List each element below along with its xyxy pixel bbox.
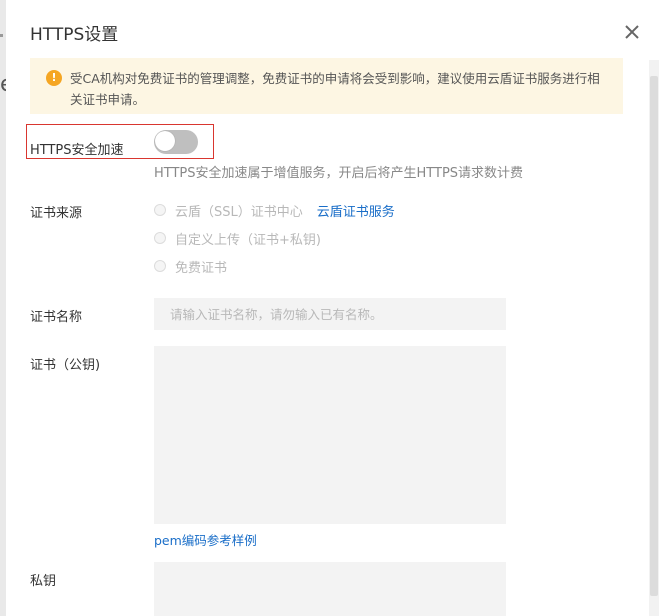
- private-key-textarea[interactable]: [154, 562, 506, 616]
- cert-name-input[interactable]: [154, 298, 506, 330]
- toggle-knob: [155, 131, 175, 151]
- scrollbar-thumb[interactable]: [650, 76, 658, 596]
- https-acceleration-toggle[interactable]: [154, 130, 198, 154]
- private-key-label: 私钥: [30, 574, 57, 589]
- cloud-cert-service-link[interactable]: 云盾证书服务: [317, 201, 395, 220]
- radio-button[interactable]: [154, 204, 166, 216]
- radio-button[interactable]: [154, 260, 166, 272]
- cert-source-label: 证书来源: [30, 206, 83, 221]
- modal-title: HTTPS设置: [30, 25, 119, 45]
- pem-sample-link[interactable]: pem编码参考样例: [154, 530, 257, 549]
- scrollbar[interactable]: [649, 60, 659, 616]
- radio-label: 自定义上传（证书+私钥): [175, 232, 321, 248]
- cert-public-key-textarea[interactable]: [154, 346, 506, 524]
- notice-text: 受CA机构对免费证书的管理调整，免费证书的申请将会受到影响，建议使用云盾证书服务…: [70, 71, 600, 107]
- cert-name-label: 证书名称: [30, 310, 83, 325]
- https-settings-modal: HTTPS设置 ! 受CA机构对免费证书的管理调整，免费证书的申请将会受到影响，…: [6, 0, 659, 616]
- close-icon: [625, 25, 639, 39]
- https-acceleration-hint: HTTPS安全加速属于增值服务，开启后将产生HTTPS请求数计费: [154, 166, 524, 181]
- warning-icon: !: [46, 70, 62, 86]
- radio-label: 云盾（SSL）证书中心: [175, 204, 303, 220]
- notice-banner: ! 受CA机构对免费证书的管理调整，免费证书的申请将会受到影响，建议使用云盾证书…: [30, 58, 623, 114]
- cert-source-option-custom[interactable]: 自定义上传（证书+私钥): [154, 229, 321, 248]
- cert-source-option-ssl[interactable]: 云盾（SSL）证书中心 云盾证书服务: [154, 201, 395, 220]
- https-acceleration-label: HTTPS安全加速: [30, 143, 124, 158]
- close-button[interactable]: [618, 18, 646, 46]
- radio-button[interactable]: [154, 232, 166, 244]
- cert-public-key-label: 证书（公钥): [30, 358, 101, 373]
- cert-source-option-free[interactable]: 免费证书: [154, 257, 228, 276]
- background-mark: [0, 34, 3, 37]
- radio-label: 免费证书: [175, 260, 228, 276]
